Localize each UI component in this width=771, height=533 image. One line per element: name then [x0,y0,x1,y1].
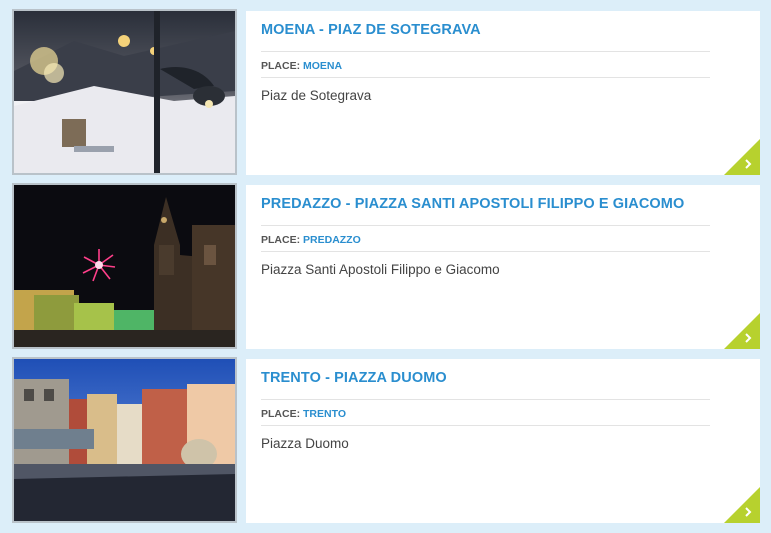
event-address: Piaz de Sotegrava [261,88,372,103]
divider [261,51,710,52]
place-line: PLACE: PREDAZZO [261,234,361,246]
event-panel: PREDAZZO - PIAZZA SANTI APOSTOLI FILIPPO… [246,185,760,349]
place-link[interactable]: MOENA [303,60,342,72]
divider [261,251,710,252]
event-address: Piazza Duomo [261,436,349,451]
event-card: TRENTO - PIAZZA DUOMO PLACE: TRENTO Piaz… [0,357,771,523]
divider [261,425,710,426]
event-photo[interactable] [12,357,237,523]
more-button[interactable] [724,487,760,523]
place-line: PLACE: TRENTO [261,408,346,420]
event-panel: MOENA - PIAZ DE SOTEGRAVA PLACE: MOENA P… [246,11,760,175]
chevron-right-icon [724,313,760,349]
event-title[interactable]: MOENA - PIAZ DE SOTEGRAVA [261,22,721,38]
more-button[interactable] [724,139,760,175]
chevron-right-icon [724,139,760,175]
place-label: PLACE: [261,60,301,72]
divider [261,225,710,226]
event-photo[interactable] [12,9,237,175]
divider [261,399,710,400]
place-link[interactable]: PREDAZZO [303,234,361,246]
event-list: MOENA - PIAZ DE SOTEGRAVA PLACE: MOENA P… [0,0,771,533]
chevron-right-icon [724,487,760,523]
place-line: PLACE: MOENA [261,60,342,72]
event-photo[interactable] [12,183,237,349]
place-link[interactable]: TRENTO [303,408,346,420]
event-title[interactable]: TRENTO - PIAZZA DUOMO [261,370,721,386]
event-card: MOENA - PIAZ DE SOTEGRAVA PLACE: MOENA P… [0,9,771,175]
event-panel: TRENTO - PIAZZA DUOMO PLACE: TRENTO Piaz… [246,359,760,523]
place-label: PLACE: [261,234,301,246]
event-card: PREDAZZO - PIAZZA SANTI APOSTOLI FILIPPO… [0,183,771,349]
event-address: Piazza Santi Apostoli Filippo e Giacomo [261,262,500,277]
more-button[interactable] [724,313,760,349]
place-label: PLACE: [261,408,301,420]
event-title[interactable]: PREDAZZO - PIAZZA SANTI APOSTOLI FILIPPO… [261,196,721,212]
divider [261,77,710,78]
